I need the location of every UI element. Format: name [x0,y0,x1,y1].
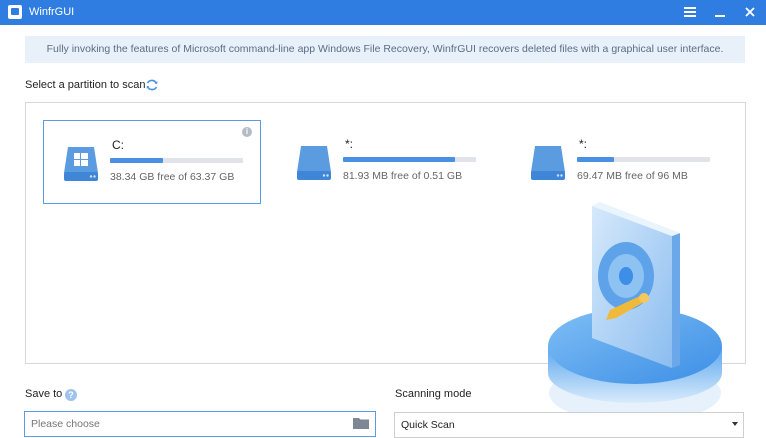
windows-drive-icon [64,147,98,181]
partition-name: *: [579,137,588,151]
usage-bar [343,157,476,162]
scanning-mode-select[interactable]: Quick Scan [394,412,744,438]
refresh-icon[interactable] [145,78,159,92]
save-location-field[interactable] [24,411,376,437]
info-icon[interactable]: i [242,127,252,137]
partition-card-2[interactable]: *: 81.93 MB free of 0.51 GB [277,120,493,202]
help-icon[interactable]: ? [65,389,77,401]
hamburger-icon[interactable] [680,3,700,21]
partition-name: *: [345,137,354,151]
scanning-mode-label: Scanning mode [395,388,472,400]
partition-card-c[interactable]: i C: 38.34 GB free of 63.37 GB [43,120,261,204]
folder-icon[interactable] [353,417,369,429]
partition-name: C: [112,138,124,152]
window-title: WinfrGUI [29,6,75,18]
partition-section-label: Select a partition to scan [25,79,146,91]
usage-bar-fill [577,157,615,162]
scanning-mode-value: Quick Scan [401,419,455,431]
usage-bar-fill [110,158,164,163]
partition-free-space: 81.93 MB free of 0.51 GB [343,170,463,182]
partition-free-space: 38.34 GB free of 63.37 GB [110,171,235,183]
save-location-input[interactable] [31,416,341,432]
close-icon[interactable] [740,3,760,21]
drive-icon [297,146,331,180]
save-to-label: Save to [25,388,63,400]
chevron-down-icon[interactable] [732,422,738,426]
usage-bar-fill [343,157,455,162]
partition-free-space: 69.47 MB free of 96 MB [577,170,688,182]
drive-icon [531,146,565,180]
usage-bar [110,158,243,163]
title-bar: WinfrGUI [0,0,766,25]
hard-drive-illustration [548,202,722,423]
minimize-icon[interactable] [710,3,730,21]
app-logo-icon [8,5,22,19]
partition-card-3[interactable]: *: 69.47 MB free of 96 MB [511,120,727,202]
usage-bar [577,157,710,162]
info-banner: Fully invoking the features of Microsoft… [25,36,745,63]
